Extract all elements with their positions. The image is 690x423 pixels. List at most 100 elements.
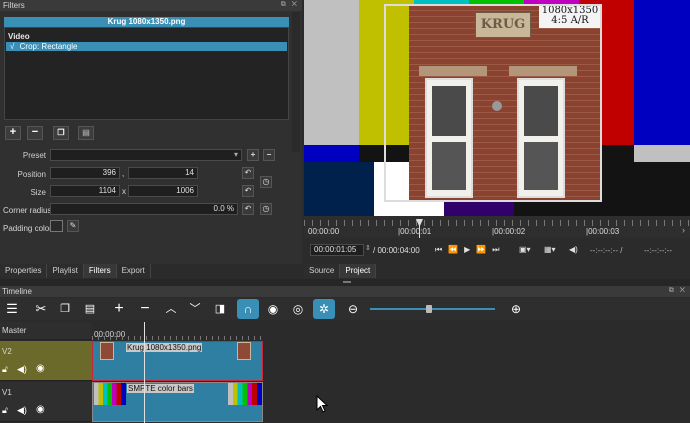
eyedropper-icon[interactable]: ✎	[67, 220, 79, 232]
checkbox-check-icon[interactable]: √	[10, 42, 14, 51]
remove-filter-button[interactable]: −	[27, 126, 43, 140]
zoom-slider-handle[interactable]	[426, 305, 432, 313]
lock-icon[interactable]: 🔓︎	[2, 405, 8, 416]
ripple-icon[interactable]: ◎	[287, 299, 309, 319]
track-header-v1[interactable]: V1 🔓︎ ◀) ◉	[0, 382, 92, 422]
filters-scrollbar[interactable]	[292, 12, 300, 152]
timeline-menu-icon[interactable]: ☰	[1, 299, 23, 319]
clip-krug[interactable]: Krug 1080x1350.png	[92, 341, 263, 381]
zoom-out-icon[interactable]: ⊖	[342, 299, 364, 319]
cut-icon[interactable]: ✂	[30, 299, 52, 319]
filter-item-crop-rectangle[interactable]: √ Crop: Rectangle	[6, 42, 287, 51]
timeline-toolbar: ☰ ✂ ❐ ▤ + − ︿ ﹀ ◨ ∩ ◉ ◎ ✲ ⊖ ⊕	[0, 298, 690, 320]
chevron-down-icon: ▾	[233, 150, 238, 159]
position-x-field[interactable]: 396	[50, 167, 120, 179]
crop-rectangle-handle[interactable]	[384, 4, 602, 202]
tab-playlist[interactable]: Playlist	[47, 264, 84, 278]
paste-icon[interactable]: ▤	[79, 299, 101, 319]
player-panel: KRUG 1080x1350 4:5 A/R 00:00:00 |00:00:0…	[304, 0, 690, 278]
timeline-ruler[interactable]: 00:00:00	[92, 322, 262, 340]
tab-source[interactable]: Source	[304, 264, 341, 278]
ruler-label-3: |00:00:03	[586, 227, 620, 236]
snap-magnet-icon[interactable]: ∩	[237, 299, 259, 319]
tab-filters[interactable]: Filters	[83, 264, 117, 278]
skip-previous-icon[interactable]: ⏮	[435, 245, 448, 254]
ripple-all-icon[interactable]: ✲	[313, 299, 335, 319]
ruler-label-0: 00:00:00	[308, 227, 340, 236]
track-header-v2[interactable]: V2 🔓︎ ◀) ◉	[0, 341, 92, 381]
tab-export[interactable]: Export	[116, 264, 151, 278]
grid-icon[interactable]: ▦▾	[544, 245, 556, 254]
mouse-cursor-icon	[316, 395, 328, 413]
filters-dock-title: Filters	[0, 0, 302, 11]
tab-project[interactable]: Project	[340, 264, 377, 278]
padding-color-label: Padding color	[3, 224, 52, 233]
corner-radius-slider[interactable]: 0.0 %	[50, 203, 238, 215]
scroll-right-icon[interactable]: ›	[682, 225, 685, 235]
skip-next-icon[interactable]: ⏭	[492, 245, 505, 254]
video-preview[interactable]: KRUG 1080x1350 4:5 A/R	[304, 0, 690, 216]
dock-splitter[interactable]	[0, 279, 690, 286]
master-track-header[interactable]: Master	[0, 322, 92, 340]
delete-preset-button[interactable]: −	[263, 149, 275, 161]
reset-corner-icon[interactable]: ↶	[242, 203, 254, 215]
lift-icon[interactable]: ︿	[160, 299, 182, 319]
clip-title-v2: Krug 1080x1350.png	[126, 343, 203, 352]
remove-icon[interactable]: −	[134, 299, 156, 319]
hide-eye-icon[interactable]: ◉	[36, 363, 45, 374]
ruler-label-2: |00:00:02	[492, 227, 526, 236]
corner-radius-value: 0.0 %	[213, 204, 234, 213]
track-name-v2: V2	[2, 347, 12, 356]
timeline-playhead[interactable]	[144, 322, 145, 423]
right-tab-bar: Source Project	[304, 264, 404, 278]
volume-icon[interactable]: ◀)	[569, 245, 578, 254]
lock-icon[interactable]: 🔓︎	[2, 364, 8, 375]
hide-eye-icon[interactable]: ◉	[36, 404, 45, 415]
reset-position-icon[interactable]: ↶	[242, 167, 254, 179]
split-icon[interactable]: ◨	[209, 299, 231, 319]
copy-icon[interactable]: ❐	[54, 299, 76, 319]
overwrite-icon[interactable]: ﹀	[184, 299, 206, 319]
time-spinner-icon[interactable]: ⇕	[365, 244, 371, 252]
clip-title-v1: SMPTE color bars	[127, 384, 194, 393]
rewind-icon[interactable]: ⏪	[448, 245, 464, 254]
play-icon[interactable]: ▶	[464, 245, 476, 254]
preset-dropdown[interactable]: ▾	[50, 149, 242, 161]
zoom-fit-icon[interactable]: ▣▾	[519, 245, 531, 254]
player-ruler[interactable]: 00:00:00 |00:00:01 |00:00:02 |00:00:03	[304, 216, 690, 238]
track-name-v1: V1	[2, 388, 12, 397]
timeline-title: Timeline	[0, 286, 690, 297]
fast-forward-icon[interactable]: ⏩	[476, 245, 492, 254]
mute-icon[interactable]: ◀)	[17, 364, 27, 375]
position-separator: ,	[122, 169, 125, 178]
corner-radius-label: Corner radius	[3, 206, 52, 215]
transport-controls: ⏮⏪▶⏩⏭	[435, 245, 506, 255]
in-point: --:--:--:-- /	[590, 246, 623, 255]
corner-stopwatch-icon[interactable]: ◷	[260, 203, 272, 215]
append-icon[interactable]: +	[108, 299, 130, 319]
position-label: Position	[17, 170, 46, 179]
copy-filters-button[interactable]: ❐	[53, 126, 69, 140]
out-point: --:--:--:--	[644, 246, 672, 255]
keyframe-stopwatch-icon[interactable]: ◷	[260, 176, 272, 188]
scrub-eye-icon[interactable]: ◉	[262, 299, 284, 319]
mute-icon[interactable]: ◀)	[17, 405, 27, 416]
current-time-field[interactable]: 00:00:01:05	[310, 244, 364, 256]
size-height-field[interactable]: 1006	[128, 185, 198, 197]
size-width-field[interactable]: 1104	[50, 185, 120, 197]
zoom-in-icon[interactable]: ⊕	[505, 299, 527, 319]
timeline-dock-icons[interactable]: ⧉ ✕	[669, 287, 687, 295]
clip-smpte[interactable]: SMPTE color bars	[92, 382, 263, 422]
ruler-label-1: |00:00:01	[398, 227, 432, 236]
dock-float-close-icons[interactable]: ⧉ ✕	[281, 1, 299, 9]
position-y-field[interactable]: 14	[128, 167, 198, 179]
tab-properties[interactable]: Properties	[0, 264, 48, 278]
add-filter-button[interactable]: +	[5, 126, 21, 140]
zoom-slider[interactable]	[370, 308, 495, 310]
filter-item-label: Crop: Rectangle	[19, 42, 78, 51]
paste-filters-button[interactable]: ▤	[78, 126, 94, 140]
save-preset-button[interactable]: +	[247, 149, 259, 161]
padding-color-swatch[interactable]	[50, 220, 63, 232]
filters-panel: Filters ⧉ ✕ Krug 1080x1350.png Video √ C…	[0, 0, 302, 278]
reset-size-icon[interactable]: ↶	[242, 185, 254, 197]
